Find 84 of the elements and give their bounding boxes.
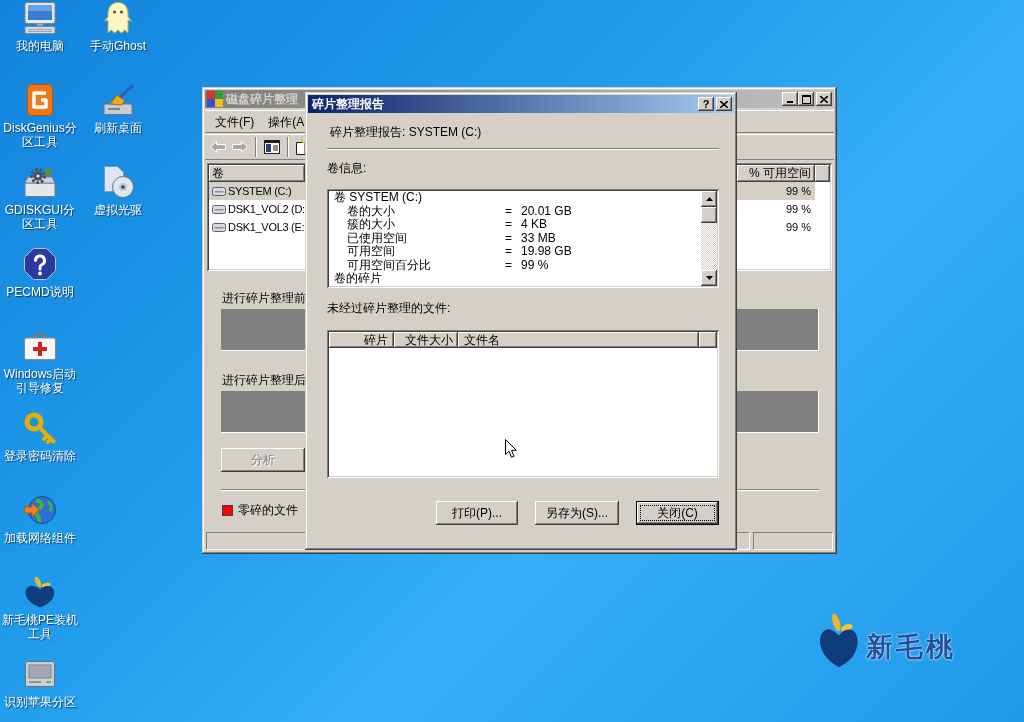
column-header[interactable]: 卷: [209, 165, 305, 182]
menu-item[interactable]: 文件(F): [211, 113, 259, 130]
maximize-icon: [801, 94, 811, 104]
minimize-icon: [787, 101, 793, 103]
document-icon[interactable]: [296, 139, 305, 155]
section-label: 进行碎片整理前: [222, 291, 306, 306]
section-label: 未经过碎片整理的文件:: [327, 301, 451, 316]
panel-icon[interactable]: [264, 140, 280, 154]
section-label: 进行碎片整理后: [222, 373, 306, 388]
column-header[interactable]: 碎片: [329, 332, 394, 348]
legend-label: 零碎的文件: [238, 503, 298, 518]
info-value: 20.01 GB: [521, 204, 572, 218]
first-aid-kit-icon[interactable]: [24, 332, 56, 360]
triangle-up-icon: [705, 197, 713, 201]
equals-sign: =: [505, 231, 512, 245]
minimize-button[interactable]: [782, 92, 798, 106]
info-value: 99 %: [521, 258, 549, 272]
document-disc-icon[interactable]: [102, 166, 134, 198]
info-heading: 卷的碎片: [334, 272, 382, 286]
window-title: 磁盘碎片整理: [226, 91, 298, 108]
info-value: 33 MB: [521, 231, 556, 245]
column-header[interactable]: [699, 332, 717, 348]
info-label: 卷的大小: [347, 204, 395, 218]
file-list[interactable]: 碎片 文件大小 文件名: [327, 330, 719, 478]
equals-sign: =: [505, 245, 512, 259]
info-label: 簇的大小: [347, 218, 395, 232]
icon-label[interactable]: 手动Ghost: [90, 39, 146, 53]
column-header[interactable]: % 可用空间: [737, 165, 815, 182]
drive-icon: [212, 186, 226, 196]
close-button[interactable]: [716, 97, 732, 111]
info-value: 19.98 GB: [521, 245, 572, 259]
info-label: 已使用空间: [347, 231, 407, 245]
icon-label[interactable]: 刷新桌面: [94, 121, 142, 135]
cursor-icon: [505, 439, 517, 458]
menu-item[interactable]: 操作(A: [264, 113, 309, 130]
icon-label[interactable]: GDISKGUI分区工具: [1, 203, 79, 231]
table-cell-text: DSK1_VOL3 (E:: [228, 220, 305, 235]
peach-logo-icon: [818, 612, 860, 668]
brush-drive-icon[interactable]: [102, 85, 134, 115]
column-header[interactable]: 文件大小: [394, 332, 458, 348]
table-cell-text: 99 %: [785, 202, 811, 217]
table-cell-text: 99 %: [785, 220, 811, 235]
scroll-down-button[interactable]: [701, 270, 717, 286]
globe-arrow-icon[interactable]: [24, 495, 56, 525]
section-label: 卷信息:: [327, 161, 367, 176]
info-heading: 卷 SYSTEM (C:): [334, 191, 422, 205]
scroll-thumb[interactable]: [701, 207, 717, 223]
column-header[interactable]: 文件名: [458, 332, 699, 348]
computer-icon[interactable]: [24, 2, 56, 34]
close-icon: [720, 100, 728, 108]
scroll-up-button[interactable]: [701, 191, 717, 207]
table-cell-text: DSK1_VOL2 (D:: [228, 202, 305, 217]
gear-drive-icon[interactable]: [24, 167, 56, 197]
app-icon: [207, 91, 223, 107]
dialog-button[interactable]: 打印(P)...: [436, 501, 518, 525]
equals-sign: =: [505, 258, 512, 272]
ghost-icon[interactable]: [104, 2, 132, 34]
equals-sign: =: [505, 204, 512, 218]
info-label: 可用空间: [347, 245, 395, 259]
equals-sign: =: [505, 218, 512, 232]
table-cell-text: 99 %: [785, 184, 811, 199]
peach-icon[interactable]: [24, 576, 56, 608]
dialog-button[interactable]: 关闭(C): [636, 501, 719, 525]
window-title: 碎片整理报告: [312, 96, 384, 113]
help-icon[interactable]: [24, 248, 56, 280]
wallpaper-logo-text: 新毛桃: [866, 632, 956, 662]
info-value: 4 KB: [521, 218, 547, 232]
close-button[interactable]: [816, 92, 832, 106]
table-cell-text: SYSTEM (C:): [228, 184, 292, 199]
icon-label[interactable]: 我的电脑: [16, 39, 64, 53]
help-button[interactable]: ?: [698, 97, 714, 111]
column-header[interactable]: [815, 165, 830, 182]
triangle-down-icon: [705, 276, 713, 280]
drive-icon: [212, 204, 226, 214]
hard-drive-icon[interactable]: [25, 661, 55, 687]
dialog-button[interactable]: 另存为(S)...: [535, 501, 619, 525]
close-icon: [820, 95, 828, 103]
partition-tool-icon[interactable]: [27, 84, 53, 116]
icon-label[interactable]: DiskGenius分区工具: [1, 121, 79, 149]
report-heading: 碎片整理报告: SYSTEM (C:): [330, 125, 482, 140]
drive-icon: [212, 222, 226, 232]
maximize-button[interactable]: [798, 92, 814, 106]
info-label: 可用空间百分比: [347, 258, 431, 272]
report-text-box[interactable]: 卷 SYSTEM (C:) 卷的大小 = 20.01 GB 簇的大小 = 4 KB 已使用空间 = 33 MB 可用空间 = 19.98 GB 可用空间百分比 = 99 % 卷的碎片: [327, 189, 719, 288]
